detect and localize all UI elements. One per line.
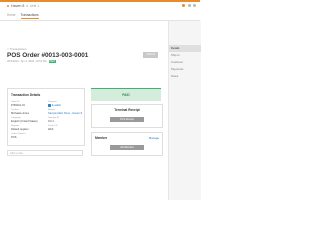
sidebar-item-payments[interactable]: Payments xyxy=(169,66,201,73)
sidebar-item-notes[interactable]: Notes xyxy=(169,73,201,80)
chevron-down-icon: ▾ xyxy=(26,4,28,8)
field-value: POS xyxy=(11,136,17,139)
field-value: 0.0.1 xyxy=(48,120,54,123)
field-cashier: Cashier Michaela Jones xyxy=(11,109,29,115)
field-value[interactable]: E-wallet xyxy=(48,104,61,107)
tab-home[interactable]: Home xyxy=(7,13,16,19)
field-payment: Payment E-wallet xyxy=(48,101,61,107)
card-title: Terminal Receipt xyxy=(114,108,140,112)
tab-bar: Home Transactions xyxy=(7,13,39,19)
breadcrumb[interactable]: < Transactions xyxy=(7,47,27,51)
field-language: Language English (United States) xyxy=(11,117,38,123)
card-title: Member xyxy=(95,136,108,140)
sidebar-item-details[interactable]: Details xyxy=(169,45,201,52)
actions-button[interactable]: Actions xyxy=(143,52,158,58)
accent-line xyxy=(0,0,200,2)
transaction-details-card: Transaction Details Order ID #765201-01 … xyxy=(7,88,85,146)
note-input[interactable]: Add a note... xyxy=(7,150,83,156)
add-member-button[interactable]: Add Member xyxy=(110,145,144,150)
notification-icon[interactable] xyxy=(182,3,185,7)
order-date: 30/1/2024 · Apr 4, 2024, 10:51 AM xyxy=(7,60,47,63)
field-value: Michaela Jones xyxy=(11,112,30,115)
field-value: Web xyxy=(48,128,54,131)
manage-link[interactable]: Manage xyxy=(149,136,159,140)
field-register: Register Default register xyxy=(11,125,29,131)
store-dot-icon xyxy=(7,5,9,7)
sidebar: Details Ship to Customer Payments Notes xyxy=(168,21,201,200)
top-bar: Haven 8 ▾ Unit 1 Home Transactions xyxy=(0,0,200,21)
payment-method: E-wallet xyxy=(51,104,61,108)
sidebar-item-customer[interactable]: Customer xyxy=(169,59,201,66)
field-value: Default register xyxy=(11,128,29,131)
sidebar-item-ship-to[interactable]: Ship to xyxy=(169,52,201,59)
field-branch: Branch Sample Main Store - Haven 8 xyxy=(48,109,82,115)
member-card: Member Manage Add Member xyxy=(91,132,163,156)
paid-status-block: PAID xyxy=(91,88,161,101)
card-title: Transaction Details xyxy=(11,93,41,97)
top-icons xyxy=(182,3,196,7)
status-badge: PAID xyxy=(48,60,56,63)
field-value: #765201-01 xyxy=(11,104,25,107)
page-title: POS Order #0013-003-0001 xyxy=(7,52,89,59)
help-icon[interactable] xyxy=(187,3,191,7)
field-order-channel: Order Channel POS xyxy=(11,133,25,139)
tab-transactions[interactable]: Transactions xyxy=(20,13,39,19)
field-terminal-id: Terminal ID 0.0.1 xyxy=(48,117,59,123)
store-name: Haven 8 xyxy=(11,4,25,8)
field-order-id: Order ID #765201-01 xyxy=(11,101,25,107)
avatar[interactable] xyxy=(193,3,196,7)
print-receipt-button[interactable]: Print Receipt xyxy=(110,117,144,122)
field-value: English (United States) xyxy=(11,120,38,123)
field-value[interactable]: Sample Main Store - Haven 8 xyxy=(48,112,82,115)
terminal-receipt-card: Terminal Receipt Print Receipt xyxy=(91,104,163,128)
paid-label: PAID xyxy=(122,93,130,97)
field-device-id: Device ID Web xyxy=(48,125,57,131)
wallet-icon xyxy=(48,104,51,107)
store-selector[interactable]: Haven 8 ▾ Unit 1 xyxy=(7,4,39,8)
order-meta: 30/1/2024 · Apr 4, 2024, 10:51 AM PAID xyxy=(7,60,56,63)
substore-name: Unit 1 xyxy=(29,4,40,8)
